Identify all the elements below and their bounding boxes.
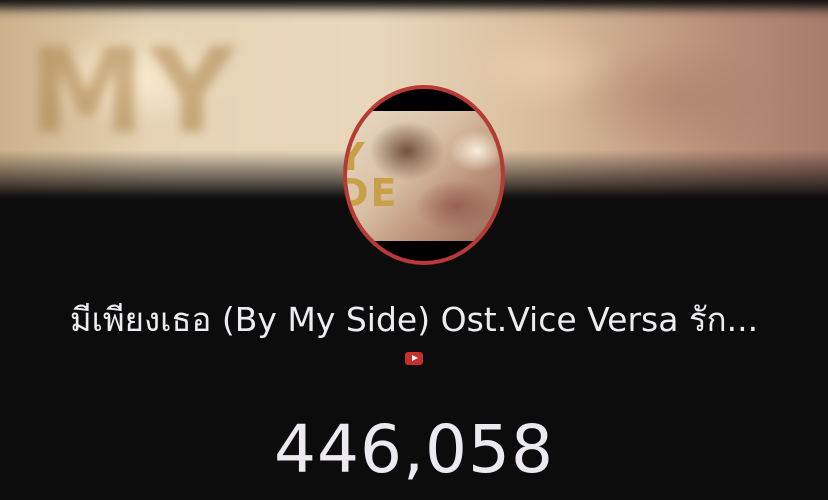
- video-title: มีเพียงเธอ (By My Side) Ost.Vice Versa ร…: [69, 300, 759, 339]
- banner-art-text: MY: [28, 22, 239, 160]
- video-stats-screen: MY Y DE มีเพียงเธอ (By My Side) Ost.Vice…: [0, 0, 828, 500]
- view-count: 446,058: [274, 411, 554, 488]
- video-thumbnail-avatar[interactable]: Y DE: [343, 85, 505, 265]
- youtube-icon: [405, 352, 423, 365]
- thumbnail-art-text: Y DE: [343, 138, 399, 215]
